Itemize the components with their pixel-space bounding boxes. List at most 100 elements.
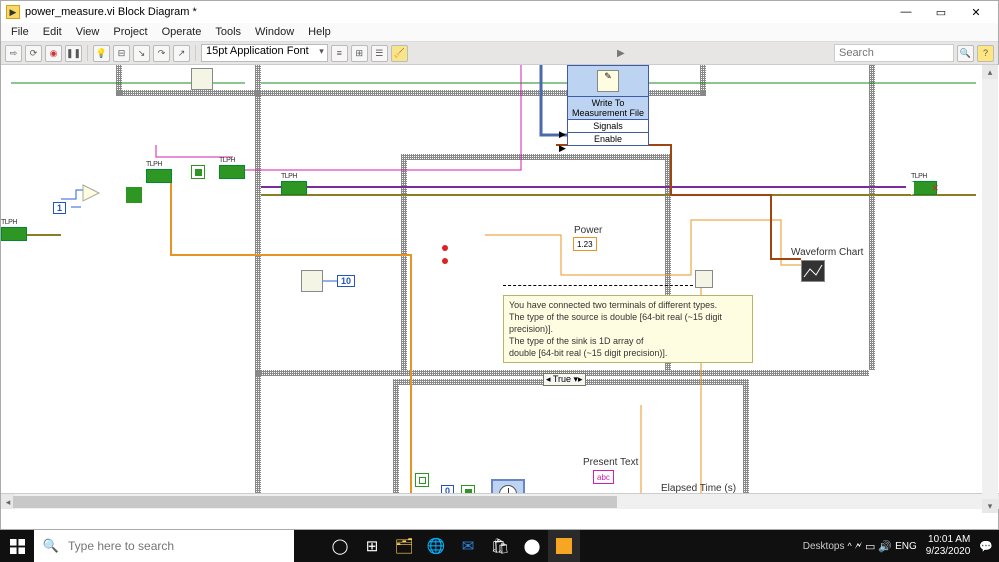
error-tooltip: You have connected two terminals of diff… bbox=[503, 295, 753, 363]
search-input[interactable] bbox=[834, 44, 954, 62]
horizontal-scrollbar[interactable]: ◂ ▸ bbox=[1, 493, 999, 509]
error-line: double [64-bit real (~15 digit precision… bbox=[509, 347, 747, 359]
step-into-button[interactable]: ↘ bbox=[133, 45, 150, 62]
vertical-scrollbar[interactable]: ▴ ▾ bbox=[982, 65, 998, 513]
block-diagram-canvas[interactable]: TLPH TLPH TLPH TLPH TLPH ✕ 1 10 0 bbox=[1, 65, 999, 509]
boolean-constant[interactable] bbox=[415, 473, 429, 487]
toolbar-separator bbox=[87, 45, 88, 61]
loop-border bbox=[401, 370, 869, 376]
express-vi-title: Write To Measurement File bbox=[568, 96, 648, 119]
store-icon[interactable]: 🛍 bbox=[484, 530, 516, 562]
loop-border bbox=[255, 370, 407, 376]
run-button[interactable]: ⇨ bbox=[5, 45, 22, 62]
cortana-icon[interactable]: ◯ bbox=[324, 530, 356, 562]
tunnel-label: TLPH bbox=[911, 173, 927, 180]
write-to-measurement-file-vi[interactable]: ✎ Write To Measurement File Signals Enab… bbox=[567, 65, 649, 146]
tunnel-label: TLPH bbox=[219, 157, 235, 164]
present-text-indicator[interactable]: abc bbox=[593, 470, 614, 484]
close-button[interactable]: ✕ bbox=[959, 2, 993, 22]
highlight-exec-button[interactable]: 💡 bbox=[93, 45, 110, 62]
loop-tunnel[interactable] bbox=[126, 187, 142, 203]
task-view-icon[interactable]: ⊞ bbox=[356, 530, 388, 562]
clock-time: 10:01 AM bbox=[926, 534, 971, 546]
power-indicator[interactable]: 1.23 bbox=[573, 237, 597, 251]
font-select[interactable]: 15pt Application Font bbox=[201, 44, 328, 62]
waveform-chart-label: Waveform Chart bbox=[791, 247, 863, 258]
menu-view[interactable]: View bbox=[70, 25, 106, 39]
language-indicator[interactable]: ENG bbox=[895, 541, 917, 552]
error-line: The type of the sink is 1D array of bbox=[509, 335, 747, 347]
loop-border bbox=[700, 65, 706, 95]
menu-operate[interactable]: Operate bbox=[156, 25, 208, 39]
network-tray-icon[interactable]: ▭ bbox=[865, 540, 875, 553]
subvi-icon[interactable] bbox=[191, 68, 213, 90]
menu-edit[interactable]: Edit bbox=[37, 25, 68, 39]
align-button[interactable]: ≡ bbox=[331, 45, 348, 62]
express-terminal-enable[interactable]: Enable bbox=[568, 132, 648, 145]
present-text-label: Present Text bbox=[583, 457, 638, 468]
run-continuous-button[interactable]: ⟳ bbox=[25, 45, 42, 62]
abort-button[interactable]: ◉ bbox=[45, 45, 62, 62]
tray-expand-icon[interactable]: ^ bbox=[847, 541, 851, 551]
error-line: The type of the source is double [64-bit… bbox=[509, 311, 747, 335]
cleanup-button[interactable]: 🧹 bbox=[391, 45, 408, 62]
edge-icon[interactable]: 🌐 bbox=[420, 530, 452, 562]
search-icon: 🔍 bbox=[34, 538, 68, 554]
reorder-button[interactable]: ☰ bbox=[371, 45, 388, 62]
shift-register-left[interactable] bbox=[281, 181, 307, 195]
wires-layer bbox=[1, 65, 999, 509]
step-out-button[interactable]: ↗ bbox=[173, 45, 190, 62]
labview-taskbar-icon[interactable] bbox=[548, 530, 580, 562]
power-label: Power bbox=[574, 225, 602, 236]
volume-tray-icon[interactable]: 🔊 bbox=[878, 540, 892, 553]
context-help-button[interactable]: ? bbox=[977, 45, 994, 62]
broken-wire[interactable] bbox=[503, 285, 693, 286]
labview-app-icon: ▶ bbox=[6, 5, 20, 19]
taskbar-search[interactable]: 🔍 bbox=[34, 530, 294, 562]
menu-file[interactable]: File bbox=[5, 25, 35, 39]
numeric-constant-one[interactable]: 1 bbox=[53, 202, 66, 214]
scrollbar-thumb[interactable] bbox=[13, 496, 617, 508]
case-selector[interactable]: ◂ True ▾▸ bbox=[543, 373, 586, 386]
waveform-chart-terminal[interactable] bbox=[801, 260, 825, 282]
menu-tools[interactable]: Tools bbox=[209, 25, 247, 39]
mail-icon[interactable]: ✉ bbox=[452, 530, 484, 562]
search-prefix: ▶ bbox=[617, 48, 625, 59]
menu-help[interactable]: Help bbox=[302, 25, 337, 39]
step-over-button[interactable]: ↷ bbox=[153, 45, 170, 62]
tunnel-label: TLPH bbox=[281, 173, 297, 180]
chrome-icon[interactable]: ⬤ bbox=[516, 530, 548, 562]
iteration-terminal[interactable] bbox=[301, 270, 323, 292]
shift-register-left[interactable] bbox=[1, 227, 27, 241]
scroll-up-arrow[interactable]: ▴ bbox=[982, 65, 998, 79]
minimize-button[interactable]: — bbox=[889, 2, 923, 22]
toolbar-separator bbox=[195, 45, 196, 61]
desktops-label[interactable]: Desktops bbox=[803, 541, 845, 552]
loop-border bbox=[869, 65, 875, 370]
maximize-button[interactable]: ▭ bbox=[924, 2, 958, 22]
file-explorer-icon[interactable]: 🗂 bbox=[388, 530, 420, 562]
comparison-node[interactable] bbox=[81, 183, 101, 203]
toolbar: ⇨ ⟳ ◉ ❚❚ 💡 ⊟ ↘ ↷ ↗ 15pt Application Font… bbox=[1, 41, 998, 65]
notifications-icon[interactable]: 💬 bbox=[979, 540, 993, 553]
taskbar-search-input[interactable] bbox=[68, 539, 278, 553]
pause-button[interactable]: ❚❚ bbox=[65, 45, 82, 62]
power-tray-icon[interactable]: 🗲 bbox=[855, 540, 862, 553]
taskbar-clock[interactable]: 10:01 AM 9/23/2020 bbox=[920, 534, 977, 558]
boolean-constant-true[interactable] bbox=[191, 165, 205, 179]
menu-window[interactable]: Window bbox=[249, 25, 300, 39]
numeric-constant-ten[interactable]: 10 bbox=[337, 275, 355, 287]
express-terminal-signals[interactable]: Signals bbox=[568, 119, 648, 132]
start-button[interactable] bbox=[0, 530, 34, 562]
shift-register-left[interactable] bbox=[219, 165, 245, 179]
case-border bbox=[743, 379, 749, 509]
search-go-icon[interactable]: 🔍 bbox=[957, 45, 974, 62]
retain-wire-vals-button[interactable]: ⊟ bbox=[113, 45, 130, 62]
loop-border bbox=[401, 154, 407, 370]
case-border bbox=[393, 379, 399, 509]
shift-register-left[interactable] bbox=[146, 169, 172, 183]
scroll-down-arrow[interactable]: ▾ bbox=[982, 499, 998, 513]
build-array-node[interactable] bbox=[695, 270, 713, 288]
distribute-button[interactable]: ⊞ bbox=[351, 45, 368, 62]
menu-project[interactable]: Project bbox=[107, 25, 153, 39]
